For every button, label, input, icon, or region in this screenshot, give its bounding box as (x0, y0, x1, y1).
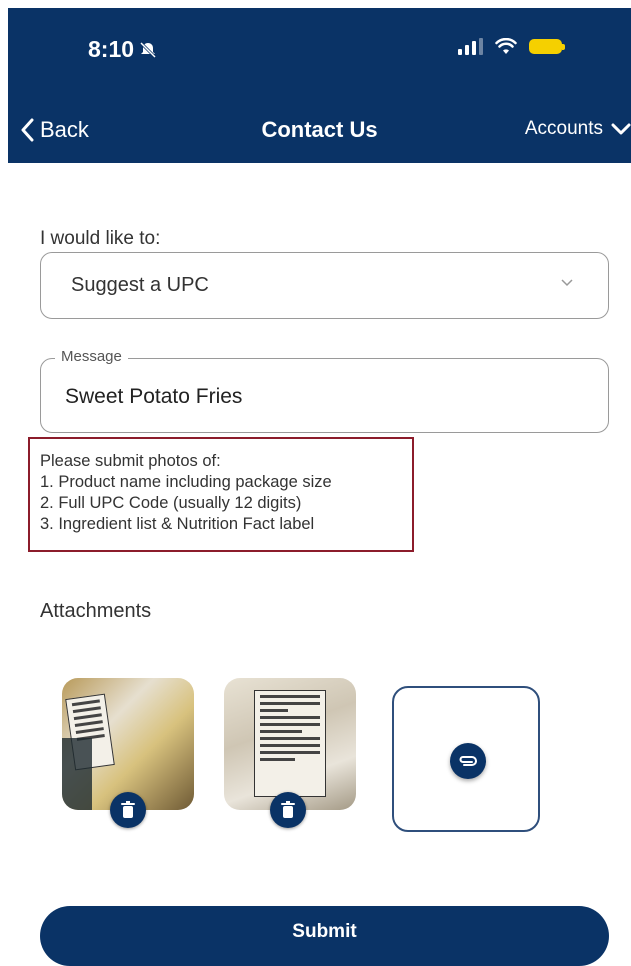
status-time: 8:10 (88, 36, 158, 63)
chevron-left-icon (21, 118, 34, 142)
notice-line: 2. Full UPC Code (usually 12 digits) (40, 494, 302, 512)
trash-icon (281, 801, 295, 818)
back-button[interactable]: Back (20, 117, 89, 143)
notice-line: 3. Ingredient list & Nutrition Fact labe… (40, 515, 315, 533)
status-indicators (458, 38, 565, 55)
bell-muted-icon (139, 41, 157, 58)
photo-instructions-notice: Please submit photos of: 1. Product name… (28, 437, 414, 552)
wifi-icon (495, 38, 517, 54)
notice-line: 1. Product name including package size (40, 473, 332, 491)
cellular-signal-icon (458, 38, 483, 55)
intent-label: I would like to: (40, 228, 161, 249)
page-title: Contact Us (261, 117, 378, 142)
back-label: Back (40, 117, 89, 142)
message-value: Sweet Potato Fries (65, 385, 243, 408)
notice-line: Please submit photos of: (40, 452, 221, 470)
attachment-thumbnail[interactable] (224, 678, 356, 810)
chevron-down-icon (611, 123, 631, 135)
chevron-down-icon (561, 279, 573, 287)
delete-attachment-button[interactable] (270, 792, 306, 828)
paperclip-icon (459, 756, 477, 766)
app-header: 8:10 Back Contact Us Accounts (8, 8, 631, 163)
trash-icon (121, 801, 135, 818)
attachments-label: Attachments (40, 600, 152, 622)
paperclip-button (450, 743, 486, 779)
accounts-label: Accounts (524, 118, 603, 139)
intent-selected-value: Suggest a UPC (71, 274, 209, 296)
submit-button[interactable]: Submit (40, 906, 609, 966)
delete-attachment-button[interactable] (110, 792, 146, 828)
status-time-text: 8:10 (88, 36, 135, 62)
accounts-menu-button[interactable]: Accounts (525, 118, 631, 140)
message-field[interactable]: Message Sweet Potato Fries (40, 348, 609, 433)
message-label: Message (55, 348, 128, 365)
attachment-thumbnail[interactable] (62, 678, 194, 810)
intent-select[interactable]: Suggest a UPC (40, 252, 609, 319)
add-attachment-button[interactable] (392, 686, 540, 832)
battery-icon (529, 39, 565, 54)
